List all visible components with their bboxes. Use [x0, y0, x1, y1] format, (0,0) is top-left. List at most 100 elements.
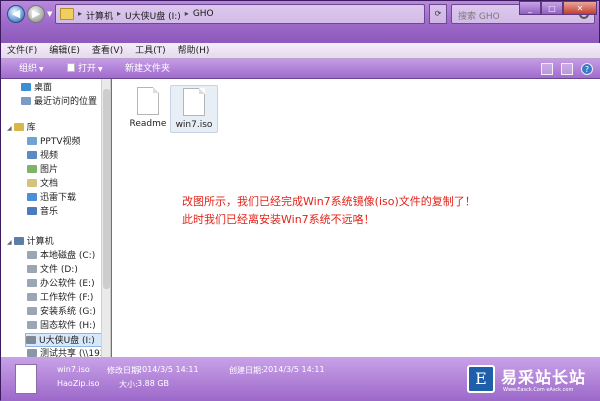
detail-size-value: 3.88 GB — [137, 379, 170, 388]
minimize-button[interactable]: _ — [519, 1, 541, 15]
detail-created-label: 创建日期: — [229, 366, 264, 375]
nav-item-drive-g[interactable]: 安装系统 (G:) — [27, 305, 102, 319]
nav-label: 文档 — [40, 179, 59, 189]
detail-app: HaoZip.iso — [57, 379, 100, 388]
view-controls: ? — [541, 63, 593, 75]
nav-item-drive-e[interactable]: 办公软件 (E:) — [27, 277, 102, 291]
download-icon — [27, 193, 37, 201]
help-icon[interactable]: ? — [581, 63, 593, 75]
new-folder-label: 新建文件夹 — [125, 64, 171, 74]
open-button[interactable]: 打开 ▼ — [67, 59, 103, 79]
detail-filename: win7.iso — [57, 365, 90, 374]
detail-modified-value: 2014/3/5 14:11 — [137, 365, 199, 374]
nav-label: 桌面 — [34, 83, 53, 93]
video-icon — [27, 151, 37, 159]
menu-file[interactable]: 文件(F) — [7, 43, 37, 58]
nav-item-music[interactable]: 音乐 — [27, 205, 102, 219]
back-button[interactable]: ◀ — [7, 5, 25, 23]
explorer-window: ◀ ▶ ▼ ▸ 计算机 ▸ U大侠U盘 (I:) ▸ GHO ⟳ 搜索 GHO … — [0, 0, 600, 401]
menu-help[interactable]: 帮助(H) — [178, 43, 210, 58]
breadcrumb: ▸ 计算机 ▸ U大侠U盘 (I:) ▸ GHO — [78, 9, 214, 22]
file-item-win7-iso[interactable]: win7.iso — [170, 85, 218, 133]
forward-button[interactable]: ▶ — [27, 5, 45, 23]
menu-view[interactable]: 查看(V) — [92, 43, 123, 58]
nav-label: 计算机 — [26, 237, 54, 247]
file-icon — [67, 63, 75, 72]
detail-created-value: 2014/3/5 14:11 — [263, 365, 325, 374]
nav-item-drive-h[interactable]: 固态软件 (H:) — [27, 319, 102, 333]
video-folder-icon — [27, 137, 37, 145]
nav-item-network-share[interactable]: 测试共享 (\\192.1 — [27, 347, 102, 357]
watermark-title: 易采站长站 — [501, 368, 587, 387]
drive-icon — [27, 293, 37, 301]
history-dropdown-icon[interactable]: ▼ — [47, 10, 52, 18]
chevron-right-icon: ▸ — [184, 9, 189, 18]
picture-icon — [27, 165, 37, 173]
nav-label: U大侠U盘 (I:) — [39, 336, 95, 346]
chevron-right-icon: ▸ — [78, 9, 83, 18]
menu-bar: 文件(F) 编辑(E) 查看(V) 工具(T) 帮助(H) — [1, 43, 600, 59]
nav-label: 测试共享 (\\192.1 — [40, 349, 102, 357]
nav-item-videos[interactable]: 视频 — [27, 149, 102, 163]
chevron-down-icon: ▼ — [98, 66, 103, 73]
nav-label: 工作软件 (F:) — [40, 293, 94, 303]
file-name: Readme — [129, 119, 167, 129]
preview-pane-icon[interactable] — [561, 63, 573, 75]
view-options-icon[interactable] — [541, 63, 553, 75]
nav-item-pictures[interactable]: 图片 — [27, 163, 102, 177]
new-folder-button[interactable]: 新建文件夹 — [125, 59, 170, 79]
nav-item-desktop[interactable]: 桌面 — [21, 81, 102, 95]
nav-item-libraries[interactable]: ◢ 库 — [7, 121, 102, 135]
library-icon — [13, 123, 24, 131]
nav-item-pptv[interactable]: PPTV视频 — [27, 135, 102, 149]
usb-drive-icon — [26, 336, 36, 344]
watermark: E 易采站长站 Www.Easck.Com eAsck.com — [467, 363, 599, 399]
recent-places-icon — [21, 97, 31, 105]
site-logo: E — [467, 365, 495, 393]
crumb-computer[interactable]: 计算机 — [86, 9, 113, 22]
music-icon — [27, 207, 37, 215]
nav-item-drive-d[interactable]: 文件 (D:) — [27, 263, 102, 277]
computer-icon — [13, 237, 24, 245]
chevron-down-icon: ▼ — [39, 66, 44, 73]
annotation-line-2: 此时我们已经离安装Win7系统不远咯！ — [182, 213, 375, 226]
nav-item-drive-i[interactable]: U大侠U盘 (I:) — [25, 333, 102, 347]
desktop-icon — [21, 83, 31, 91]
nav-label: 办公软件 (E:) — [40, 279, 95, 289]
window-controls: _ □ ✕ — [519, 1, 597, 15]
close-button[interactable]: ✕ — [563, 1, 597, 15]
nav-item-thunder[interactable]: 迅雷下载 — [27, 191, 102, 205]
menu-edit[interactable]: 编辑(E) — [49, 43, 80, 58]
file-item-readme[interactable]: Readme — [124, 85, 172, 133]
collapse-icon[interactable]: ◢ — [7, 125, 12, 132]
refresh-button[interactable]: ⟳ — [429, 4, 447, 24]
menu-tools[interactable]: 工具(T) — [135, 43, 166, 58]
nav-label: 固态软件 (H:) — [40, 321, 96, 331]
nav-label: 最近访问的位置 — [34, 97, 98, 107]
nav-label: 音乐 — [40, 207, 59, 217]
nav-item-recent[interactable]: 最近访问的位置 — [21, 95, 102, 109]
organize-button[interactable]: 组织 ▼ — [19, 59, 44, 79]
drive-icon — [27, 321, 37, 329]
organize-label: 组织 — [19, 64, 38, 74]
address-bar[interactable]: ▸ 计算机 ▸ U大侠U盘 (I:) ▸ GHO — [55, 4, 425, 24]
collapse-icon[interactable]: ◢ — [7, 239, 12, 246]
detail-size-label: 大小: — [119, 380, 138, 389]
nav-item-drive-c[interactable]: 本地磁盘 (C:) — [27, 249, 102, 263]
search-placeholder: 搜索 GHO — [458, 12, 500, 22]
drive-icon — [27, 251, 37, 259]
nav-item-documents[interactable]: 文档 — [27, 177, 102, 191]
nav-label: PPTV视频 — [40, 137, 81, 147]
network-drive-icon — [27, 349, 37, 357]
nav-scrollbar[interactable] — [101, 79, 110, 357]
crumb-gho[interactable]: GHO — [193, 9, 214, 22]
document-icon — [137, 87, 159, 115]
crumb-drive[interactable]: U大侠U盘 (I:) — [125, 9, 181, 22]
folder-icon — [60, 8, 74, 20]
maximize-button[interactable]: □ — [541, 1, 563, 15]
nav-scrollbar-thumb[interactable] — [103, 89, 110, 289]
nav-item-computer[interactable]: ◢ 计算机 — [7, 235, 102, 249]
nav-item-drive-f[interactable]: 工作软件 (F:) — [27, 291, 102, 305]
drive-icon — [27, 279, 37, 287]
file-list: Readme win7.iso 改图所示，我们已经完成Win7系统镜像(iso)… — [112, 79, 600, 357]
